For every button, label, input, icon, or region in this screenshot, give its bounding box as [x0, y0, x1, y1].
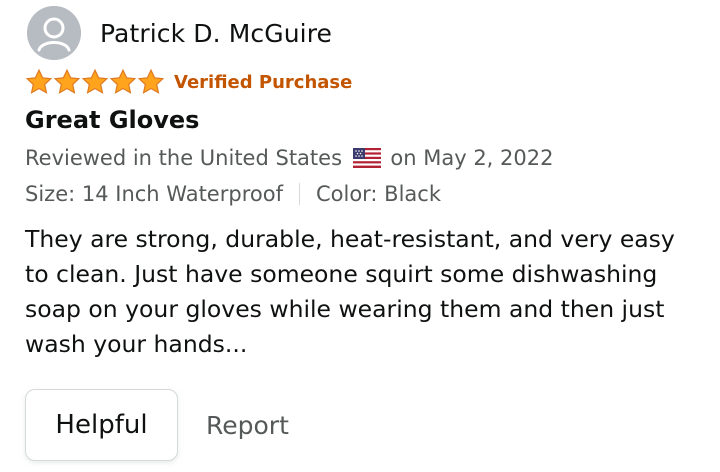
review-card: Patrick D. McGuire Verified Purchase Gre…: [0, 0, 720, 472]
review-title[interactable]: Great Gloves: [25, 106, 199, 134]
star-icon: [109, 68, 137, 94]
helpful-button[interactable]: Helpful: [25, 389, 178, 461]
star-icon: [81, 68, 109, 94]
avatar[interactable]: [27, 6, 81, 60]
verified-purchase-badge: Verified Purchase: [174, 71, 353, 93]
star-icon: [137, 68, 165, 94]
review-actions: Helpful Report: [25, 389, 289, 461]
user-silhouette-icon: [27, 6, 81, 60]
review-date: on May 2, 2022: [390, 146, 554, 170]
variant-divider: [298, 183, 300, 205]
star-icon: [25, 68, 53, 94]
variant-size: Size: 14 Inch Waterproof: [25, 182, 283, 206]
review-meta: Reviewed in the United States on May 2, …: [25, 146, 553, 170]
review-body[interactable]: They are strong, durable, heat-resistant…: [25, 222, 695, 362]
star-rating[interactable]: [25, 68, 165, 96]
review-location: Reviewed in the United States: [25, 146, 343, 170]
product-variant[interactable]: Size: 14 Inch Waterproof Color: Black: [25, 182, 441, 206]
reviewer-profile[interactable]: Patrick D. McGuire: [27, 6, 332, 60]
variant-color: Color: Black: [315, 182, 441, 206]
rating-row: Verified Purchase: [25, 66, 352, 98]
star-icon: [53, 68, 81, 94]
report-link[interactable]: Report: [206, 411, 289, 440]
us-flag-icon: [352, 148, 381, 168]
reviewer-name[interactable]: Patrick D. McGuire: [100, 19, 332, 48]
